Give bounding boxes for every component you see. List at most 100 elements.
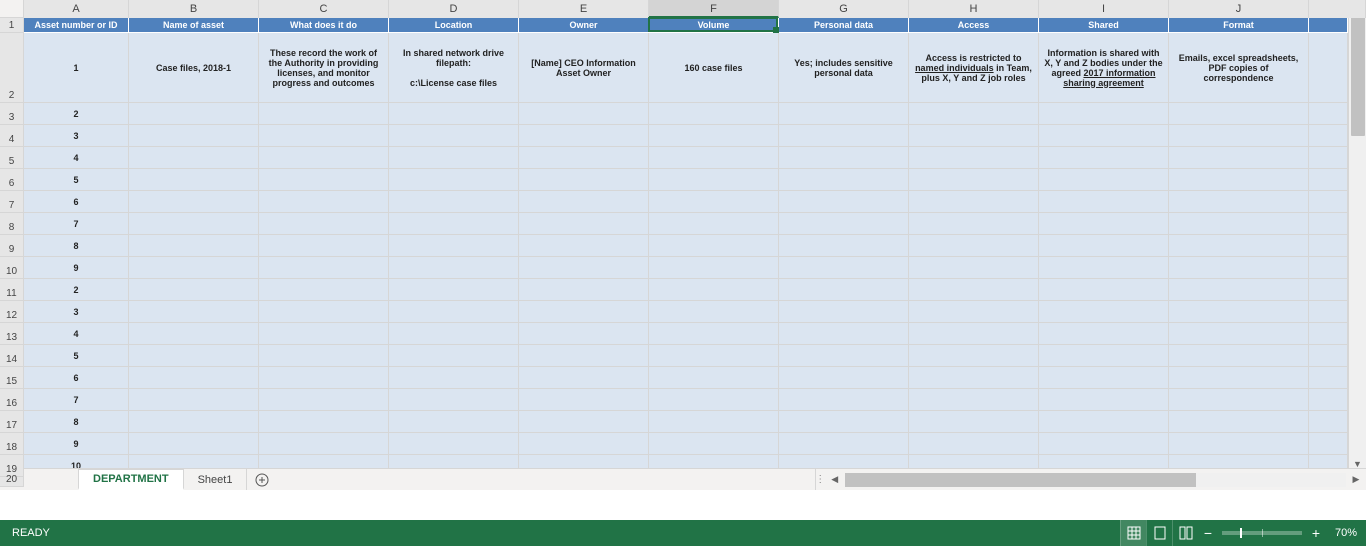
data-cell[interactable] (389, 257, 519, 279)
row-header[interactable]: 14 (0, 345, 24, 367)
row-header[interactable]: 5 (0, 147, 24, 169)
data-cell[interactable] (909, 301, 1039, 323)
data-cell[interactable] (519, 389, 649, 411)
data-cell[interactable] (389, 367, 519, 389)
data-cell[interactable] (1169, 169, 1309, 191)
data-cell[interactable] (259, 411, 389, 433)
data-cell[interactable] (909, 125, 1039, 147)
add-sheet-button[interactable] (247, 469, 277, 490)
data-cell[interactable] (259, 147, 389, 169)
data-cell[interactable] (909, 257, 1039, 279)
data-cell[interactable] (909, 103, 1039, 125)
data-cell[interactable]: 2 (24, 279, 129, 301)
data-cell[interactable] (259, 213, 389, 235)
data-cell[interactable] (779, 433, 909, 455)
data-cell[interactable] (1039, 169, 1169, 191)
data-cell[interactable] (389, 301, 519, 323)
data-cell[interactable]: [Name] CEO Information Asset Owner (519, 33, 649, 103)
data-cell[interactable]: 160 case files (649, 33, 779, 103)
data-cell[interactable] (1169, 235, 1309, 257)
row-header[interactable]: 2 (0, 33, 24, 103)
data-cell[interactable] (129, 411, 259, 433)
sheet-tab-department[interactable]: DEPARTMENT (78, 469, 184, 490)
data-cell[interactable] (779, 301, 909, 323)
data-cell[interactable] (1039, 257, 1169, 279)
zoom-out-button[interactable]: − (1198, 525, 1218, 541)
data-cell[interactable]: 9 (24, 433, 129, 455)
data-cell[interactable] (909, 389, 1039, 411)
row-header[interactable]: 6 (0, 169, 24, 191)
data-cell[interactable] (649, 345, 779, 367)
data-cell[interactable] (1169, 345, 1309, 367)
data-cell[interactable]: Yes; includes sensitive personal data (779, 33, 909, 103)
data-cell[interactable]: 3 (24, 301, 129, 323)
data-cell[interactable] (1039, 411, 1169, 433)
row-header[interactable]: 16 (0, 389, 24, 411)
col-header-D[interactable]: D (389, 0, 519, 18)
data-cell[interactable]: 7 (24, 213, 129, 235)
data-cell[interactable] (1039, 323, 1169, 345)
data-cell[interactable] (779, 323, 909, 345)
data-cell[interactable] (1039, 213, 1169, 235)
data-cell[interactable] (649, 301, 779, 323)
data-cell[interactable] (389, 345, 519, 367)
row-header[interactable]: 18 (0, 433, 24, 455)
table-header-cell[interactable]: Name of asset (129, 18, 259, 33)
data-cell[interactable] (1039, 433, 1169, 455)
data-cell[interactable] (519, 301, 649, 323)
data-cell[interactable] (909, 367, 1039, 389)
data-cell[interactable] (129, 433, 259, 455)
data-cell[interactable] (1039, 125, 1169, 147)
data-cell[interactable] (389, 191, 519, 213)
data-cell[interactable] (909, 279, 1039, 301)
data-cell[interactable] (129, 345, 259, 367)
row-header[interactable]: 11 (0, 279, 24, 301)
row-header[interactable]: 8 (0, 213, 24, 235)
data-cell[interactable] (519, 345, 649, 367)
data-cell[interactable]: 5 (24, 345, 129, 367)
data-cell[interactable] (129, 389, 259, 411)
zoom-value[interactable]: 70% (1326, 527, 1366, 539)
view-page-break-button[interactable] (1172, 520, 1198, 546)
data-cell[interactable]: In shared network drive filepath:c:\Lice… (389, 33, 519, 103)
row-header[interactable]: 1 (0, 18, 24, 33)
data-cell[interactable] (129, 301, 259, 323)
data-cell[interactable] (259, 323, 389, 345)
data-cell[interactable] (1039, 345, 1169, 367)
data-cell[interactable] (779, 279, 909, 301)
view-normal-button[interactable] (1120, 520, 1146, 546)
zoom-in-button[interactable]: + (1306, 525, 1326, 541)
data-cell[interactable] (519, 323, 649, 345)
col-header-F[interactable]: F (649, 0, 779, 18)
data-cell[interactable] (389, 147, 519, 169)
data-cell[interactable] (649, 389, 779, 411)
data-cell[interactable] (389, 213, 519, 235)
data-cell[interactable] (779, 411, 909, 433)
data-cell[interactable]: Access is restricted to named individual… (909, 33, 1039, 103)
data-cell[interactable] (1169, 367, 1309, 389)
col-header-E[interactable]: E (519, 0, 649, 18)
row-header[interactable]: 3 (0, 103, 24, 125)
data-cell[interactable] (909, 169, 1039, 191)
data-cell[interactable] (1169, 279, 1309, 301)
data-cell[interactable]: 5 (24, 169, 129, 191)
row-header[interactable]: 13 (0, 323, 24, 345)
data-cell[interactable] (259, 279, 389, 301)
data-cell[interactable] (519, 411, 649, 433)
data-cell[interactable] (1039, 301, 1169, 323)
data-cell[interactable] (259, 169, 389, 191)
data-cell[interactable]: 3 (24, 125, 129, 147)
tab-split-handle[interactable]: ⋮ (815, 469, 825, 490)
col-header-G[interactable]: G (779, 0, 909, 18)
data-cell[interactable] (649, 103, 779, 125)
data-cell[interactable]: 4 (24, 323, 129, 345)
data-cell[interactable] (259, 433, 389, 455)
sheet-tab-sheet1[interactable]: Sheet1 (184, 469, 248, 490)
data-cell[interactable] (1169, 213, 1309, 235)
select-all-corner[interactable] (0, 0, 24, 17)
data-cell[interactable] (389, 125, 519, 147)
col-header-J[interactable]: J (1169, 0, 1309, 18)
data-cell[interactable] (779, 367, 909, 389)
data-cell[interactable] (519, 103, 649, 125)
data-cell[interactable] (519, 213, 649, 235)
